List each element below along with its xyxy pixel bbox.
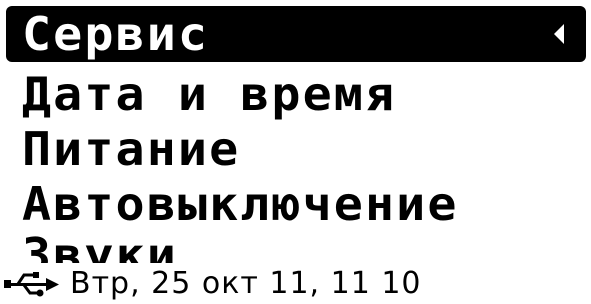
menu-item-label: Автовыключение — [22, 177, 459, 231]
menu-item-service[interactable]: Сервис — [6, 6, 586, 62]
menu-item-auto-off[interactable]: Автовыключение — [6, 176, 586, 232]
device-screen: Сервис Дата и время Питание Автовыключен… — [0, 0, 591, 304]
menu-item-label: Сервис — [22, 7, 210, 61]
menu-item-label: Дата и время — [22, 67, 397, 121]
selection-arrow-icon — [554, 24, 564, 44]
status-datetime-text: Втр, 25 окт 11, 11 10 — [70, 266, 422, 301]
usb-icon — [4, 272, 59, 297]
menu-item-label: Питание — [22, 122, 241, 176]
status-bar: Втр, 25 окт 11, 11 10 — [0, 263, 591, 304]
menu-item-power[interactable]: Питание — [6, 121, 586, 177]
menu-item-date-time[interactable]: Дата и время — [6, 66, 586, 122]
